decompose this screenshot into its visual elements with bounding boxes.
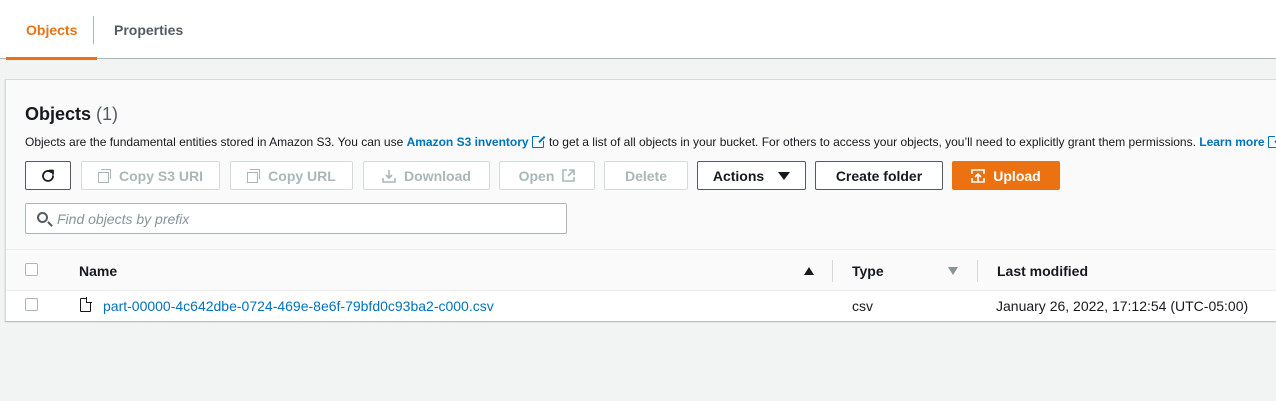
- external-link-icon: [1267, 135, 1276, 148]
- search-input[interactable]: [57, 204, 557, 233]
- copy-icon: [97, 169, 111, 183]
- description-text-2: to get a list of all objects in your buc…: [545, 135, 1200, 149]
- copy-url-label: Copy URL: [268, 167, 336, 184]
- file-icon: [80, 297, 92, 312]
- object-last-modified-cell: January 26, 2022, 17:12:54 (UTC-05:00): [996, 298, 1249, 314]
- copy-s3-uri-label: Copy S3 URI: [118, 167, 203, 184]
- tab-bar: Objects Properties: [0, 0, 1276, 60]
- object-name-link[interactable]: part-00000-4c642dbe-0724-469e-8e6f-79bfd…: [103, 298, 494, 314]
- panel-description: Objects are the fundamental entities sto…: [25, 135, 1276, 149]
- table-header: Name Type Last modified: [6, 249, 1276, 291]
- refresh-button[interactable]: [25, 161, 71, 190]
- learn-more-link[interactable]: Learn more: [1199, 135, 1264, 149]
- create-folder-label: Create folder: [835, 167, 923, 184]
- download-label: Download: [404, 167, 471, 184]
- upload-label: Upload: [993, 167, 1041, 184]
- row-checkbox[interactable]: [25, 298, 38, 311]
- objects-panel: Objects (1) Objects are the fundamental …: [5, 79, 1276, 321]
- download-button[interactable]: Download: [363, 161, 490, 190]
- column-divider[interactable]: [977, 260, 978, 282]
- panel-title-text: Objects: [25, 104, 92, 124]
- sort-ascending-icon[interactable]: [804, 267, 814, 275]
- open-button[interactable]: Open: [499, 161, 595, 190]
- search-icon: [37, 212, 48, 223]
- refresh-icon: [42, 169, 54, 182]
- table-row: part-00000-4c642dbe-0724-469e-8e6f-79bfd…: [6, 291, 1276, 321]
- caret-down-icon: [778, 171, 791, 180]
- open-label: Open: [518, 167, 555, 184]
- delete-label: Delete: [624, 167, 668, 184]
- search-box: [25, 203, 567, 234]
- object-name-cell: part-00000-4c642dbe-0724-469e-8e6f-79bfd…: [103, 291, 494, 321]
- sort-icon[interactable]: [948, 267, 958, 275]
- external-link-icon: [562, 169, 576, 182]
- delete-button[interactable]: Delete: [604, 161, 688, 190]
- description-text-1: Objects are the fundamental entities sto…: [25, 135, 407, 149]
- actions-label: Actions: [712, 167, 765, 184]
- copy-icon: [247, 169, 261, 183]
- tab-objects[interactable]: Objects: [5, 0, 98, 60]
- object-count: (1): [96, 104, 119, 124]
- actions-dropdown[interactable]: Actions: [697, 161, 806, 190]
- select-all-checkbox[interactable]: [25, 263, 38, 276]
- upload-button[interactable]: Upload: [952, 161, 1060, 190]
- external-link-icon: [531, 135, 545, 148]
- panel-title: Objects (1): [25, 104, 118, 125]
- copy-s3-uri-button[interactable]: Copy S3 URI: [81, 161, 220, 190]
- column-header-last-modified[interactable]: Last modified: [997, 250, 1088, 292]
- column-header-name[interactable]: Name: [79, 250, 117, 292]
- tab-divider: [93, 16, 94, 44]
- object-type-cell: csv: [852, 298, 873, 314]
- download-icon: [382, 169, 396, 183]
- tab-properties[interactable]: Properties: [114, 0, 183, 59]
- column-divider[interactable]: [832, 260, 833, 282]
- create-folder-button[interactable]: Create folder: [815, 161, 943, 190]
- upload-icon: [971, 168, 986, 183]
- column-header-type[interactable]: Type: [852, 250, 884, 292]
- copy-url-button[interactable]: Copy URL: [230, 161, 353, 190]
- inventory-link[interactable]: Amazon S3 inventory: [407, 135, 529, 149]
